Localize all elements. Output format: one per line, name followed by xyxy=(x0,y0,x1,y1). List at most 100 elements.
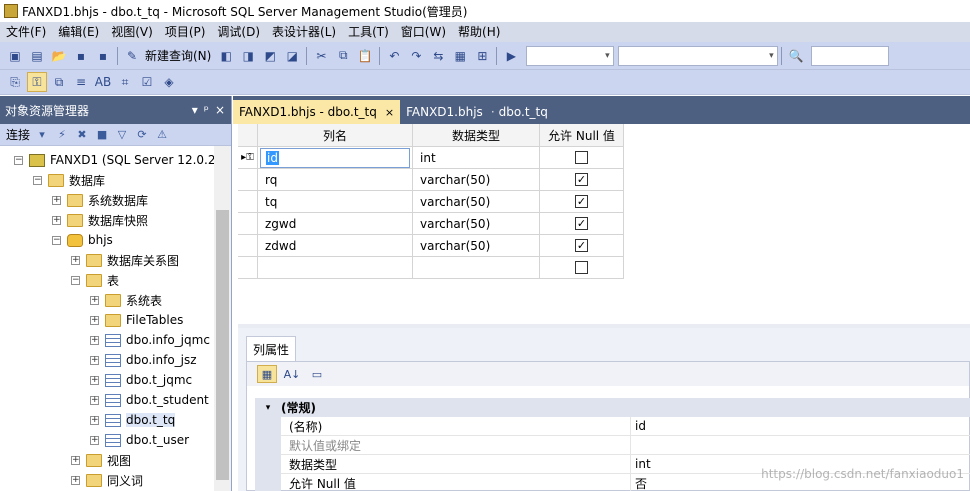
navigate-icon[interactable]: ⇆ xyxy=(428,46,448,66)
expand-icon[interactable]: + xyxy=(52,215,61,225)
undo-icon[interactable]: ↶ xyxy=(384,46,404,66)
property-value[interactable]: int xyxy=(631,457,651,471)
analysis-query-icon[interactable]: ◨ xyxy=(238,46,258,66)
close-tab-icon[interactable]: × xyxy=(385,106,394,119)
expand-icon[interactable]: + xyxy=(71,475,80,485)
mdx-query-icon[interactable]: ◩ xyxy=(260,46,280,66)
row-selector[interactable] xyxy=(238,213,258,235)
menu-item[interactable]: 表设计器(L) xyxy=(266,22,342,42)
menu-item[interactable]: 调试(D) xyxy=(211,22,266,42)
menu-item[interactable]: 编辑(E) xyxy=(52,22,105,42)
tree-node[interactable]: − 数据库 xyxy=(0,170,231,190)
activity-icon[interactable]: ▦ xyxy=(450,46,470,66)
data-type-cell[interactable]: varchar(50) xyxy=(413,235,540,257)
close-icon[interactable]: × xyxy=(215,103,225,117)
property-row[interactable]: 默认值或绑定 xyxy=(255,435,970,455)
menu-item[interactable]: 工具(T) xyxy=(342,22,395,42)
column-name-cell[interactable]: rq xyxy=(258,169,413,191)
table-row[interactable]: tq varchar(50) ✓ xyxy=(238,191,970,213)
data-type-cell[interactable]: varchar(50) xyxy=(413,213,540,235)
expand-icon[interactable]: + xyxy=(90,315,99,325)
scrollbar-thumb[interactable] xyxy=(216,210,229,480)
tab-table[interactable]: · dbo.t_tq xyxy=(489,100,554,124)
row-selector[interactable] xyxy=(238,169,258,191)
expand-icon[interactable]: + xyxy=(90,435,99,445)
tree-scrollbar[interactable] xyxy=(214,146,231,491)
categorized-icon[interactable]: ▦ xyxy=(257,365,277,383)
db-query-icon[interactable]: ◧ xyxy=(216,46,236,66)
refresh-icon[interactable]: ⟳ xyxy=(134,127,150,143)
find-input[interactable] xyxy=(811,45,890,66)
tab-table-designer[interactable]: FANXD1.bhjs - dbo.t_tq × xyxy=(233,100,401,124)
column-name-cell[interactable]: id xyxy=(258,147,413,169)
data-type-cell[interactable]: varchar(50) xyxy=(413,191,540,213)
menu-item[interactable]: 帮助(H) xyxy=(452,22,506,42)
start-debug-icon[interactable]: ▶ xyxy=(501,46,521,66)
add-item-icon[interactable]: ▤ xyxy=(27,46,47,66)
property-pages-icon[interactable]: ▭ xyxy=(307,365,327,383)
activity-monitor-icon[interactable]: ⚠ xyxy=(154,127,170,143)
menu-item[interactable]: 项目(P) xyxy=(159,22,212,42)
new-query-button[interactable]: 新建查询(N) xyxy=(145,47,211,64)
tree-node[interactable]: + dbo.t_tq xyxy=(0,410,231,430)
connect-button[interactable]: 连接 xyxy=(6,126,30,143)
row-selector[interactable] xyxy=(238,235,258,257)
collapse-icon[interactable]: ▾ xyxy=(255,403,281,413)
paste-icon[interactable]: 📋 xyxy=(355,46,375,66)
copy-icon[interactable]: ⧉ xyxy=(333,46,353,66)
menu-item[interactable]: 视图(V) xyxy=(105,22,159,42)
tree-node[interactable]: − bhjs xyxy=(0,230,231,250)
new-query-icon[interactable]: ✎ xyxy=(122,46,142,66)
spatial-index-icon[interactable]: ◈ xyxy=(159,72,179,92)
table-row[interactable]: rq varchar(50) ✓ xyxy=(238,169,970,191)
collapse-icon[interactable]: − xyxy=(71,275,80,285)
collapse-icon[interactable]: − xyxy=(14,155,23,165)
expand-icon[interactable]: + xyxy=(90,355,99,365)
tree-node[interactable]: + dbo.t_user xyxy=(0,430,231,450)
menu-item[interactable]: 文件(F) xyxy=(0,22,52,42)
window-position-icon[interactable]: ▾ xyxy=(192,103,198,117)
xml-index-icon[interactable]: ⌗ xyxy=(115,72,135,92)
disconnect-icon[interactable]: ✖ xyxy=(74,127,90,143)
allow-null-checkbox[interactable]: ✓ xyxy=(575,217,588,230)
dropdown-arrow-icon[interactable]: ▾ xyxy=(34,127,50,143)
pin-icon[interactable]: ᵖ xyxy=(204,103,209,117)
tree-node[interactable]: + 数据库快照 xyxy=(0,210,231,230)
connect-icon[interactable]: ⚡ xyxy=(54,127,70,143)
new-project-icon[interactable]: ▣ xyxy=(5,46,25,66)
collapse-icon[interactable]: − xyxy=(33,175,42,185)
check-constraints-icon[interactable]: ☑ xyxy=(137,72,157,92)
table-row[interactable]: zgwd varchar(50) ✓ xyxy=(238,213,970,235)
tree-node[interactable]: − FANXD1 (SQL Server 12.0.20 xyxy=(0,150,231,170)
chart-icon[interactable]: ⊞ xyxy=(472,46,492,66)
tab-query[interactable]: FANXD1.bhjs xyxy=(400,100,489,124)
cut-icon[interactable]: ✂ xyxy=(311,46,331,66)
save-all-icon[interactable]: ▪ xyxy=(93,46,113,66)
allow-null-checkbox[interactable] xyxy=(575,151,588,164)
collapse-icon[interactable]: − xyxy=(52,235,61,245)
property-value[interactable]: id xyxy=(631,419,646,433)
tree-node[interactable]: + FileTables xyxy=(0,310,231,330)
filter-icon[interactable]: ▽ xyxy=(114,127,130,143)
dmx-query-icon[interactable]: ◪ xyxy=(282,46,302,66)
column-name-cell[interactable] xyxy=(258,257,413,279)
row-selector[interactable] xyxy=(238,257,258,279)
open-file-icon[interactable]: 📂 xyxy=(49,46,69,66)
allow-null-checkbox[interactable]: ✓ xyxy=(575,173,588,186)
allow-null-checkbox[interactable]: ✓ xyxy=(575,239,588,252)
tree-node[interactable]: − 表 xyxy=(0,270,231,290)
menu-item[interactable]: 窗口(W) xyxy=(395,22,452,42)
row-selector[interactable] xyxy=(238,191,258,213)
expand-icon[interactable]: + xyxy=(52,195,61,205)
indexes-icon[interactable]: ≡ xyxy=(71,72,91,92)
table-row[interactable]: zdwd varchar(50) ✓ xyxy=(238,235,970,257)
tree-node[interactable]: + 数据库关系图 xyxy=(0,250,231,270)
column-name-cell[interactable]: zgwd xyxy=(258,213,413,235)
platform-dropdown[interactable]: ▾ xyxy=(618,45,779,66)
expand-icon[interactable]: + xyxy=(90,335,99,345)
property-row[interactable]: (名称) id xyxy=(255,416,970,436)
expand-icon[interactable]: + xyxy=(71,455,80,465)
tree-node[interactable]: + 视图 xyxy=(0,450,231,470)
property-category[interactable]: ▾ (常规) xyxy=(255,398,970,417)
stop-icon[interactable]: ■ xyxy=(94,127,110,143)
